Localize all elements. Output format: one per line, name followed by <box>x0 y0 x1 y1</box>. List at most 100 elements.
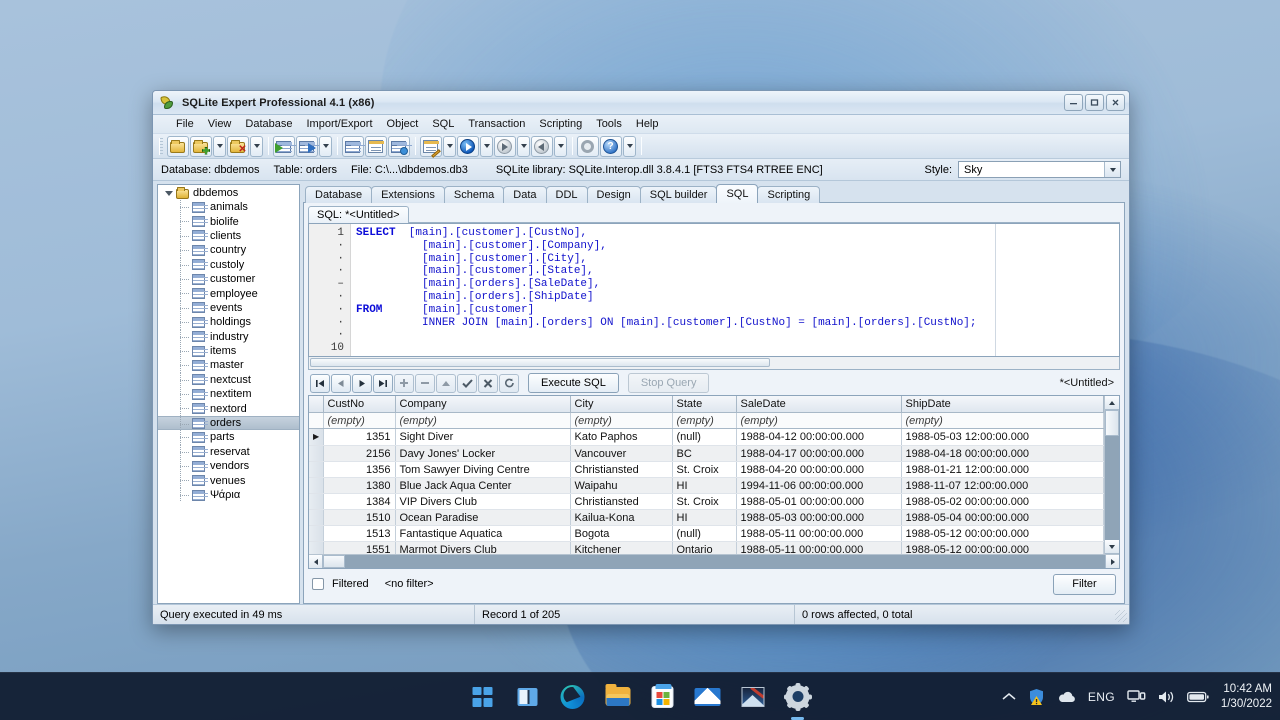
filter-cell-shipdate[interactable]: (empty) <box>901 412 1104 429</box>
cell-state[interactable]: (null) <box>672 428 737 446</box>
cell-saledate[interactable]: 1994-11-06 00:00:00.000 <box>736 477 902 494</box>
filter-cell-saledate[interactable]: (empty) <box>736 412 902 429</box>
menu-view[interactable]: View <box>201 116 239 132</box>
cancel-edit-button[interactable] <box>478 373 498 393</box>
volume-icon[interactable] <box>1158 690 1175 704</box>
column-header-custno[interactable]: CustNo <box>323 396 396 413</box>
expander-collapse-icon[interactable] <box>164 189 173 198</box>
new-view-button[interactable] <box>365 135 387 157</box>
step-back-dropdown[interactable] <box>554 135 567 157</box>
cell-city[interactable]: Kailua-Kona <box>570 509 673 526</box>
cell-shipdate[interactable]: 1988-05-02 00:00:00.000 <box>901 493 1104 510</box>
new-database-dropdown[interactable] <box>213 135 226 157</box>
cell-saledate[interactable]: 1988-04-12 00:00:00.000 <box>736 428 902 446</box>
tab-database[interactable]: Database <box>305 186 373 203</box>
first-record-button[interactable] <box>310 373 330 393</box>
step-forward-dropdown[interactable] <box>517 135 530 157</box>
tree-item-master[interactable]: master <box>158 358 299 373</box>
hscroll-thumb[interactable] <box>323 555 345 568</box>
sql-editor-hscroll-thumb[interactable] <box>310 358 770 367</box>
cell-state[interactable]: St. Croix <box>672 461 737 478</box>
tree-item-nextitem[interactable]: nextitem <box>158 387 299 402</box>
tab-sql-builder[interactable]: SQL builder <box>639 186 718 203</box>
tree-item-employee[interactable]: employee <box>158 286 299 301</box>
cell-custno[interactable]: 1384 <box>323 493 396 510</box>
grid-horizontal-scrollbar[interactable] <box>309 554 1119 568</box>
execute-button[interactable] <box>457 135 479 157</box>
tree-root-dbdemos[interactable]: dbdemos <box>158 185 299 200</box>
minimize-button[interactable] <box>1064 94 1083 111</box>
cell-company[interactable]: VIP Divers Club <box>395 493 571 510</box>
cell-city[interactable]: Waipahu <box>570 477 673 494</box>
tree-item-vendors[interactable]: vendors <box>158 459 299 474</box>
table-row[interactable]: 1380 Blue Jack Aqua Center Waipahu HI 1994-1… <box>309 477 1104 494</box>
help-dropdown[interactable] <box>623 135 636 157</box>
table-row[interactable]: 1513 Fantastique Aquatica Bogota (null) 1988… <box>309 525 1104 542</box>
cell-company[interactable]: Blue Jack Aqua Center <box>395 477 571 494</box>
tab-extensions[interactable]: Extensions <box>371 186 445 203</box>
help-button[interactable]: ? <box>600 135 622 157</box>
tree-item-orders[interactable]: orders <box>158 415 299 431</box>
sql-editor[interactable]: 1 · · · – · · · · 10 SELECT [main].[customer].[Cu… <box>308 223 1120 357</box>
scroll-up-button[interactable] <box>1105 396 1119 410</box>
refresh-button[interactable] <box>499 373 519 393</box>
filter-cell-company[interactable]: (empty) <box>395 412 571 429</box>
tree-item-items[interactable]: items <box>158 343 299 359</box>
network-icon[interactable] <box>1127 689 1146 704</box>
cell-shipdate[interactable]: 1988-05-12 00:00:00.000 <box>901 525 1104 542</box>
show-hidden-icons-button[interactable] <box>1002 692 1016 702</box>
tree-item-nextord[interactable]: nextord <box>158 401 299 416</box>
start-button[interactable] <box>466 680 500 714</box>
column-header-saledate[interactable]: SaleDate <box>736 396 902 413</box>
resize-grip[interactable] <box>1115 610 1127 622</box>
previous-record-button[interactable] <box>331 373 351 393</box>
tab-scripting[interactable]: Scripting <box>757 186 821 203</box>
cell-custno[interactable]: 1510 <box>323 509 396 526</box>
column-header-state[interactable]: State <box>672 396 737 413</box>
cell-company[interactable]: Ocean Paradise <box>395 509 571 526</box>
menu-object[interactable]: Object <box>380 116 426 132</box>
filter-cell-state[interactable]: (empty) <box>672 412 737 429</box>
cell-shipdate[interactable]: 1988-05-03 12:00:00.000 <box>901 428 1104 446</box>
cell-state[interactable]: HI <box>672 477 737 494</box>
cell-shipdate[interactable]: 1988-04-18 00:00:00.000 <box>901 445 1104 462</box>
cell-saledate[interactable]: 1988-05-11 00:00:00.000 <box>736 525 902 542</box>
style-combobox[interactable]: Sky <box>958 161 1121 178</box>
import-data-button[interactable] <box>273 135 295 157</box>
export-dropdown[interactable] <box>319 135 332 157</box>
menu-sql[interactable]: SQL <box>425 116 461 132</box>
table-row[interactable]: 1384 VIP Divers Club Christiansted St. Croi… <box>309 493 1104 510</box>
tree-item-venues[interactable]: venues <box>158 473 299 488</box>
tree-item-biolife[interactable]: biolife <box>158 214 299 229</box>
menu-transaction[interactable]: Transaction <box>461 116 532 132</box>
maximize-button[interactable] <box>1085 94 1104 111</box>
step-back-button[interactable] <box>531 135 553 157</box>
cell-saledate[interactable]: 1988-05-03 00:00:00.000 <box>736 509 902 526</box>
tree-item-animals[interactable]: animals <box>158 200 299 215</box>
security-shield-icon[interactable] <box>1028 688 1045 706</box>
mail-button[interactable] <box>691 680 725 714</box>
sql-editor-button[interactable] <box>420 135 442 158</box>
scroll-left-button[interactable] <box>309 555 323 568</box>
menu-tools[interactable]: Tools <box>589 116 629 132</box>
vscroll-thumb[interactable] <box>1105 410 1119 436</box>
onedrive-icon[interactable] <box>1057 691 1076 703</box>
tree-item-parts[interactable]: parts <box>158 430 299 445</box>
column-header-company[interactable]: Company <box>395 396 571 413</box>
cell-state[interactable]: HI <box>672 509 737 526</box>
cell-saledate[interactable]: 1988-05-01 00:00:00.000 <box>736 493 902 510</box>
cell-saledate[interactable]: 1988-04-20 00:00:00.000 <box>736 461 902 478</box>
cell-shipdate[interactable]: 1988-05-04 00:00:00.000 <box>901 509 1104 526</box>
cell-city[interactable]: Vancouver <box>570 445 673 462</box>
file-explorer-button[interactable] <box>601 680 635 714</box>
delete-record-button[interactable] <box>415 373 435 393</box>
tab-design[interactable]: Design <box>586 186 641 203</box>
cell-city[interactable]: Bogota <box>570 525 673 542</box>
menu-database[interactable]: Database <box>238 116 299 132</box>
new-index-button[interactable] <box>388 135 410 157</box>
tab-ddl[interactable]: DDL <box>545 186 588 203</box>
sql-document-tab[interactable]: SQL: *<Untitled> <box>308 206 409 223</box>
scroll-right-button[interactable] <box>1105 555 1119 568</box>
microsoft-store-button[interactable] <box>646 680 680 714</box>
execute-sql-button[interactable]: Execute SQL <box>528 373 619 393</box>
